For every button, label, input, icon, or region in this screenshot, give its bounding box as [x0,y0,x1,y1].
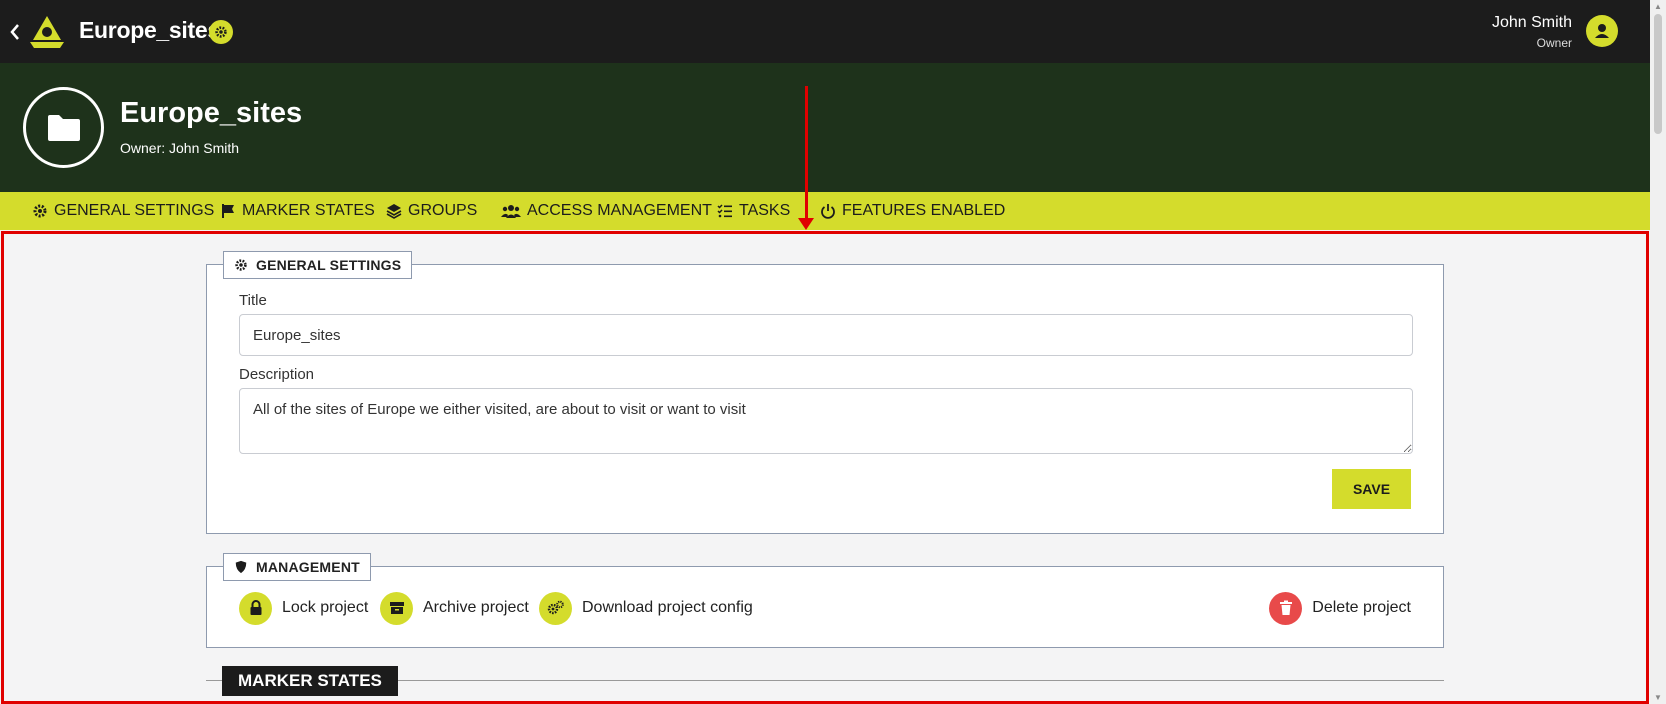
tab-groups[interactable]: GROUPS [386,192,477,230]
scroll-thumb[interactable] [1654,14,1662,134]
project-avatar [23,87,104,168]
gear-icon [33,204,47,218]
tab-general-settings[interactable]: GENERAL SETTINGS [32,192,214,230]
annotation-arrow-line [805,86,808,222]
tab-marker-states[interactable]: MARKER STATES [220,192,375,230]
tab-tasks[interactable]: TASKS [717,192,790,230]
tab-label: FEATURES ENABLED [842,202,1006,219]
tab-access-management[interactable]: ACCESS MANAGEMENT [501,192,712,230]
tab-label: MARKER STATES [242,202,375,219]
scroll-up-icon[interactable]: ▲ [1654,2,1662,11]
checklist-icon [717,204,732,218]
project-settings-button[interactable] [209,20,233,44]
tab-label: GENERAL SETTINGS [54,202,215,219]
highlight-frame [1,231,1649,704]
tab-label: TASKS [739,202,791,219]
logo-icon [30,16,64,48]
flag-icon [222,204,234,218]
chevron-left-icon [10,24,19,40]
gear-icon [215,26,227,38]
project-title: Europe_sites [120,97,303,129]
tab-label: ACCESS MANAGEMENT [527,202,712,219]
layers-icon [386,204,402,219]
avatar[interactable] [1586,15,1618,47]
folder-icon [47,114,80,141]
app-title: Europe_sites [79,17,220,43]
top-bar: Europe_sites John Smith Owner [0,0,1650,63]
user-name: John Smith [1491,14,1572,31]
scroll-down-icon[interactable]: ▼ [1654,693,1662,702]
scrollbar[interactable]: ▲ ▼ [1650,0,1666,704]
app-logo[interactable] [28,14,66,50]
user-icon [1595,24,1609,38]
users-icon [501,205,521,218]
settings-tab-bar: GENERAL SETTINGS MARKER STATES GROUPS AC… [0,192,1650,230]
project-owner: Owner: John Smith [120,140,240,156]
project-banner: Europe_sites Owner: John Smith [0,63,1650,192]
power-icon [821,204,835,219]
tab-features-enabled[interactable]: FEATURES ENABLED [820,192,1005,230]
tab-label: GROUPS [408,202,478,219]
back-button[interactable] [8,20,24,44]
user-role: Owner [1536,36,1572,50]
annotation-arrow-head [798,218,814,230]
